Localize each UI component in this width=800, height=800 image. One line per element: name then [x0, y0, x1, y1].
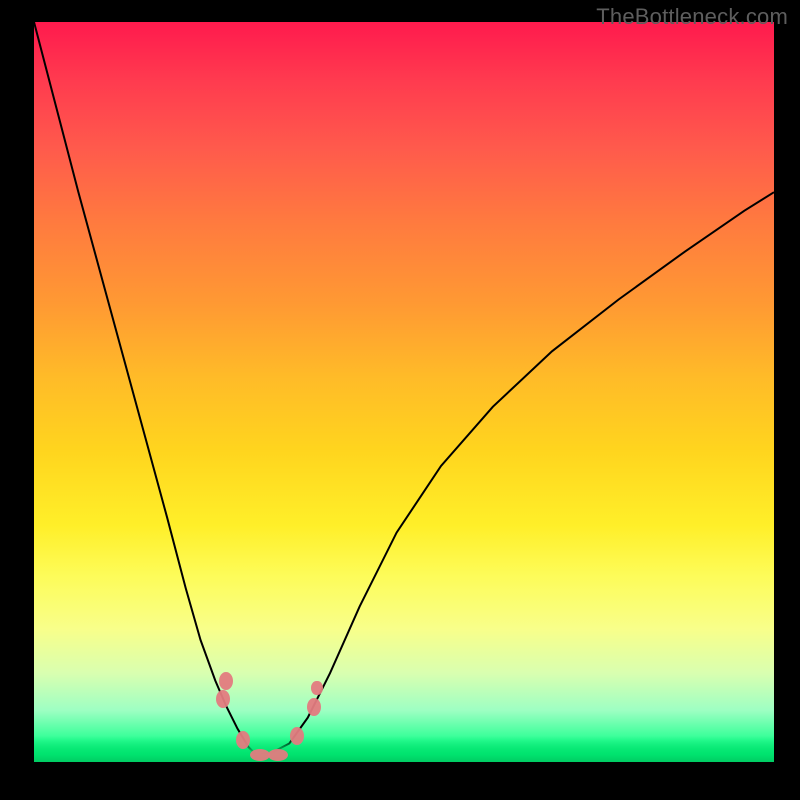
cluster-marker: [216, 690, 230, 708]
bottleneck-curve: [34, 22, 774, 762]
green-band: [34, 736, 774, 762]
cluster-marker: [268, 749, 288, 761]
chart-frame: TheBottleneck.com: [0, 0, 800, 800]
cluster-marker: [219, 672, 233, 690]
cluster-marker: [250, 749, 270, 761]
watermark-label: TheBottleneck.com: [596, 4, 788, 30]
plot-area: [34, 22, 774, 762]
cluster-marker: [307, 698, 321, 716]
cluster-marker: [290, 727, 304, 745]
cluster-marker: [311, 681, 323, 695]
cluster-marker: [236, 731, 250, 749]
